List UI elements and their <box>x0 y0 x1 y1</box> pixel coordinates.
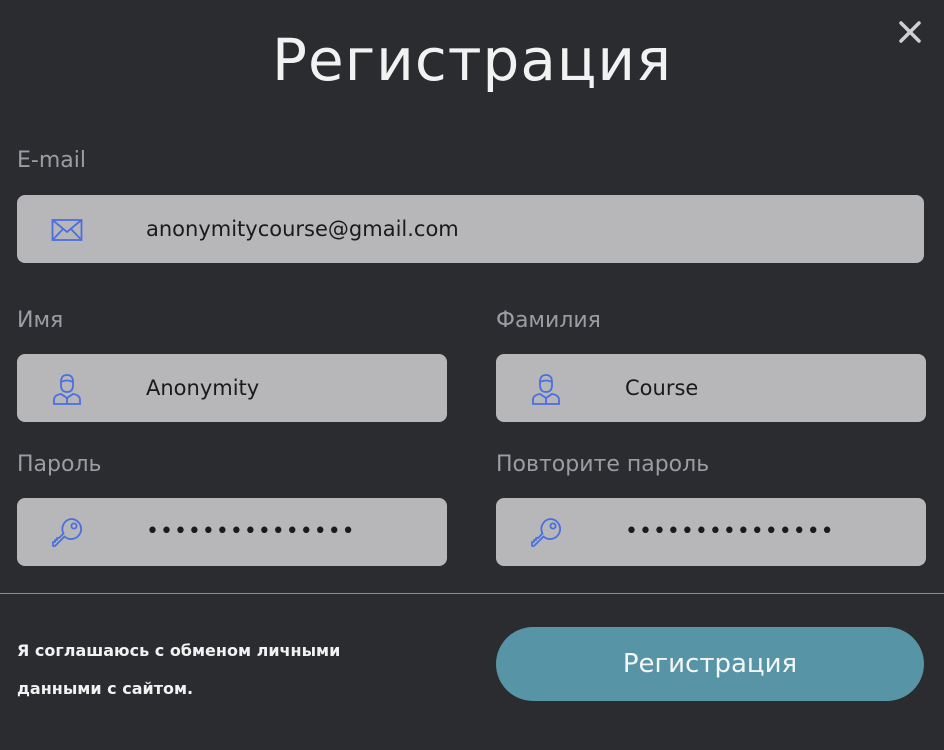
last-name-label: Фамилия <box>496 308 601 333</box>
password-repeat-value: ••••••••••••••• <box>625 519 835 544</box>
password-repeat-label: Повторите пароль <box>496 452 710 477</box>
email-value: anonymitycourse@gmail.com <box>146 217 459 241</box>
mail-icon <box>51 219 83 241</box>
password-value: ••••••••••••••• <box>146 519 356 544</box>
password-label: Пароль <box>17 452 102 477</box>
last-name-value: Course <box>625 376 699 400</box>
agreement-line-2: данными с сайтом. <box>17 679 194 698</box>
password-field[interactable]: ••••••••••••••• <box>17 498 447 566</box>
user-icon <box>53 374 81 405</box>
user-icon <box>532 374 560 405</box>
password-repeat-field[interactable]: ••••••••••••••• <box>496 498 926 566</box>
key-icon <box>52 518 83 547</box>
first-name-value: Anonymity <box>146 376 260 400</box>
agreement-text: Я соглашаюсь с обменом личными данными с… <box>17 632 417 708</box>
last-name-field[interactable]: Course <box>496 354 926 422</box>
divider <box>0 593 944 594</box>
register-button[interactable]: Регистрация <box>496 627 924 701</box>
first-name-label: Имя <box>17 308 64 333</box>
key-icon <box>531 518 562 547</box>
agreement-line-1: Я соглашаюсь с обменом личными <box>17 641 341 660</box>
email-field[interactable]: anonymitycourse@gmail.com <box>17 195 924 263</box>
email-label: E-mail <box>17 148 86 173</box>
first-name-field[interactable]: Anonymity <box>17 354 447 422</box>
page-title: Регистрация <box>272 26 672 94</box>
